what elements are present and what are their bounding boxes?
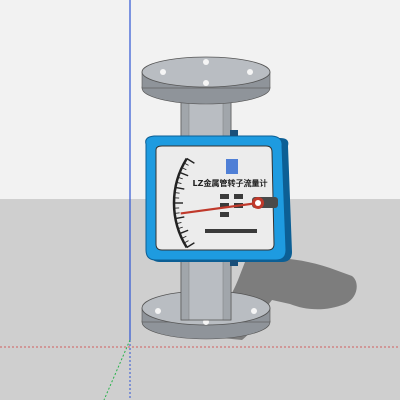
sketchup-viewport[interactable]: LZ金属管转子流量计 (0, 0, 400, 400)
pointer-hub-center (255, 200, 261, 206)
bottom-bracket (230, 260, 238, 266)
dial-bottom-bar (205, 229, 257, 233)
meter-label: LZ金属管转子流量计 (193, 178, 268, 188)
scale-tick (174, 192, 180, 194)
scene-canvas: LZ金属管转子流量计 (0, 0, 400, 400)
logo-box (226, 159, 238, 174)
top-flange[interactable] (141, 56, 271, 105)
scale-tick (174, 212, 180, 214)
top-bracket (230, 130, 238, 136)
